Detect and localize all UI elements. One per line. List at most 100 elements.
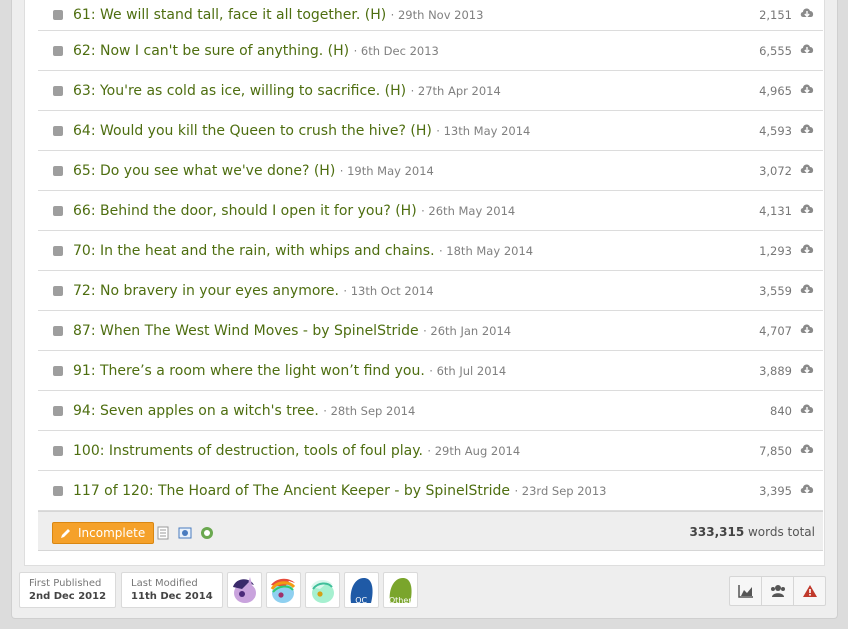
- chapter-date: · 6th Jul 2014: [429, 363, 507, 378]
- cloud-download-icon[interactable]: [799, 282, 815, 296]
- chapter-row: 61: We will stand tall, face it all toge…: [38, 0, 823, 31]
- epub-download-icon[interactable]: [200, 525, 214, 539]
- character-tag-twilight-sparkle[interactable]: [226, 572, 262, 608]
- cloud-download-icon[interactable]: [799, 322, 815, 336]
- read-checkbox[interactable]: [53, 205, 63, 216]
- chapter-date: · 18th May 2014: [438, 243, 534, 258]
- read-checkbox[interactable]: [53, 125, 63, 136]
- chapter-title-link[interactable]: 70: In the heat and the rain, with whips…: [73, 243, 533, 259]
- chapter-date: · 29th Aug 2014: [427, 443, 521, 458]
- chapter-word-count: 4,707: [759, 323, 792, 338]
- chapter-word-count: 4,593: [759, 123, 792, 138]
- html-download-icon[interactable]: [178, 525, 192, 539]
- cloud-download-icon[interactable]: [799, 442, 815, 456]
- chapter-date: · 28th Sep 2014: [323, 403, 416, 418]
- chapter-list: 61: We will stand tall, face it all toge…: [38, 0, 823, 511]
- pencil-icon: [61, 529, 70, 538]
- txt-download-icon[interactable]: [156, 525, 170, 540]
- chapter-date: · 19th May 2014: [339, 163, 434, 178]
- chapter-word-count: 1,293: [759, 243, 792, 258]
- chapter-title-link[interactable]: 62: Now I can't be sure of anything. (H)…: [73, 43, 439, 59]
- users-icon: [770, 585, 785, 597]
- status-label: Incomplete: [78, 526, 146, 540]
- chapter-word-count: 840: [770, 403, 792, 418]
- cloud-download-icon[interactable]: [799, 202, 815, 216]
- character-tag-label: OC: [355, 596, 368, 605]
- chapter-row: 66: Behind the door, should I open it fo…: [38, 191, 823, 231]
- chapter-row: 87: When The West Wind Moves - by Spinel…: [38, 311, 823, 351]
- story-panel: 61: We will stand tall, face it all toge…: [11, 0, 838, 619]
- stats-button[interactable]: [729, 576, 762, 606]
- chapter-row: 63: You're as cold as ice, willing to sa…: [38, 71, 823, 111]
- story-meta: First Published 2nd Dec 2012 Last Modifi…: [19, 572, 418, 608]
- groups-button[interactable]: [761, 576, 794, 606]
- chapter-title-link[interactable]: 63: You're as cold as ice, willing to sa…: [73, 83, 501, 99]
- cloud-download-icon[interactable]: [799, 242, 815, 256]
- chapter-word-count: 7,850: [759, 443, 792, 458]
- story-actions: [729, 576, 826, 606]
- report-button[interactable]: [793, 576, 826, 606]
- read-checkbox[interactable]: [53, 285, 63, 296]
- chapter-title-link[interactable]: 100: Instruments of destruction, tools o…: [73, 443, 520, 459]
- chapter-word-count: 2,151: [759, 8, 792, 22]
- chapter-title-link[interactable]: 64: Would you kill the Queen to crush th…: [73, 123, 530, 139]
- cloud-download-icon[interactable]: [799, 42, 815, 56]
- cloud-download-icon[interactable]: [799, 82, 815, 96]
- read-checkbox[interactable]: [53, 85, 63, 96]
- chapter-date: · 26th Jan 2014: [423, 323, 512, 338]
- chapter-word-count: 3,072: [759, 163, 792, 178]
- character-tag-other[interactable]: Other: [382, 572, 418, 608]
- chapter-footer: Incomplete 333,315 words total: [38, 511, 823, 551]
- status-incomplete-button[interactable]: Incomplete: [52, 522, 155, 544]
- character-tag-rainbow-dash[interactable]: [265, 572, 301, 608]
- cloud-download-icon[interactable]: [799, 402, 815, 416]
- chapter-card: 61: We will stand tall, face it all toge…: [24, 0, 825, 566]
- character-tags: OC Other: [226, 572, 418, 608]
- read-checkbox[interactable]: [53, 405, 63, 416]
- chapter-word-count: 3,559: [759, 283, 792, 298]
- chapter-title-link[interactable]: 61: We will stand tall, face it all toge…: [73, 7, 483, 23]
- read-checkbox[interactable]: [53, 445, 63, 456]
- chapter-date: · 13th May 2014: [436, 123, 531, 138]
- character-tag-label: Other: [388, 596, 412, 605]
- cloud-download-icon[interactable]: [799, 162, 815, 176]
- chapter-word-count: 4,965: [759, 83, 792, 98]
- chapter-title-link[interactable]: 94: Seven apples on a witch's tree. · 28…: [73, 403, 415, 419]
- chapter-row: 100: Instruments of destruction, tools o…: [38, 431, 823, 471]
- character-tag-lyra[interactable]: [304, 572, 340, 608]
- chapter-row: 62: Now I can't be sure of anything. (H)…: [38, 31, 823, 71]
- read-checkbox[interactable]: [53, 365, 63, 376]
- chapter-title-link[interactable]: 91: There’s a room where the light won’t…: [73, 363, 506, 379]
- cloud-download-icon[interactable]: [799, 482, 815, 496]
- word-count-total: 333,315 words total: [689, 525, 815, 539]
- read-checkbox[interactable]: [53, 165, 63, 176]
- read-checkbox[interactable]: [53, 10, 63, 20]
- cloud-download-icon[interactable]: [799, 362, 815, 376]
- chapter-row: 117 of 120: The Hoard of The Ancient Kee…: [38, 471, 823, 511]
- first-published: First Published 2nd Dec 2012: [19, 572, 117, 608]
- chapter-date: · 23rd Sep 2013: [514, 483, 607, 498]
- chapter-word-count: 3,395: [759, 483, 792, 498]
- character-tag-oc[interactable]: OC: [343, 572, 379, 608]
- cloud-download-icon[interactable]: [799, 122, 815, 136]
- chapter-title-link[interactable]: 117 of 120: The Hoard of The Ancient Kee…: [73, 483, 607, 499]
- read-checkbox[interactable]: [53, 245, 63, 256]
- chapter-word-count: 3,889: [759, 363, 792, 378]
- chapter-title-link[interactable]: 65: Do you see what we've done? (H) · 19…: [73, 163, 434, 179]
- chapter-date: · 26th May 2014: [421, 203, 516, 218]
- chapter-row: 64: Would you kill the Queen to crush th…: [38, 111, 823, 151]
- chapter-row: 91: There’s a room where the light won’t…: [38, 351, 823, 391]
- chapter-row: 72: No bravery in your eyes anymore. · 1…: [38, 271, 823, 311]
- read-checkbox[interactable]: [53, 325, 63, 336]
- chapter-title-link[interactable]: 66: Behind the door, should I open it fo…: [73, 203, 515, 219]
- chapter-date: · 6th Dec 2013: [353, 43, 439, 58]
- read-checkbox[interactable]: [53, 45, 63, 56]
- chapter-word-count: 6,555: [759, 43, 792, 58]
- chapter-row: 94: Seven apples on a witch's tree. · 28…: [38, 391, 823, 431]
- chapter-row: 65: Do you see what we've done? (H) · 19…: [38, 151, 823, 191]
- read-checkbox[interactable]: [53, 485, 63, 496]
- chapter-title-link[interactable]: 87: When The West Wind Moves - by Spinel…: [73, 323, 511, 339]
- chapter-word-count: 4,131: [759, 203, 792, 218]
- chapter-title-link[interactable]: 72: No bravery in your eyes anymore. · 1…: [73, 283, 434, 299]
- cloud-download-icon[interactable]: [799, 6, 815, 20]
